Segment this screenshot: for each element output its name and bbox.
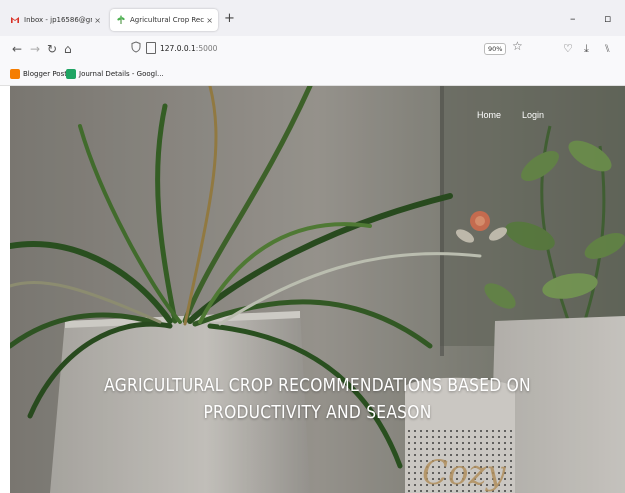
download-icon[interactable]: ⤓ — [584, 41, 589, 57]
blogger-icon — [10, 69, 20, 79]
minimize-button[interactable]: – — [570, 12, 576, 25]
hero-title: AGRICULTURAL CROP RECOMMENDATIONS BASED … — [53, 372, 582, 426]
sheets-icon — [66, 69, 76, 79]
hero-title-line-1: AGRICULTURAL CROP RECOMMENDATIONS BASED … — [104, 375, 531, 396]
tab-agricultural-crop[interactable]: Agricultural Crop Recommend × — [110, 9, 218, 31]
home-icon[interactable]: ⌂ — [64, 41, 72, 57]
plant-icon — [117, 15, 125, 24]
address-bar[interactable]: 127.0.0.1:5000 90% ☆ — [125, 39, 530, 60]
nav-home-link[interactable]: Home — [477, 110, 501, 120]
bookmark-blogger-posts[interactable]: Blogger Posts — [10, 69, 71, 79]
close-tab-icon[interactable]: × — [94, 16, 101, 25]
tab-title: Agricultural Crop Recommend — [130, 16, 205, 24]
navigation-toolbar: ← → ↻ ⌂ 127.0.0.1:5000 90% ☆ ♡ ⤓ ⑊ — [0, 36, 625, 64]
back-icon[interactable]: ← — [12, 41, 22, 57]
forward-icon[interactable]: → — [30, 41, 40, 57]
bookmark-label: Blogger Posts — [23, 70, 71, 78]
pocket-icon[interactable]: ♡ — [563, 41, 573, 57]
page-icon — [146, 42, 156, 54]
library-icon[interactable]: ⑊ — [604, 41, 611, 57]
gmail-icon — [11, 17, 19, 23]
nav-login-link[interactable]: Login — [522, 110, 544, 120]
hero-title-line-2: PRODUCTIVITY AND SEASON — [203, 402, 432, 423]
tab-inbox[interactable]: Inbox - jp16586@gmail.com - ( × — [4, 9, 106, 31]
bookmarks-bar: Blogger Posts Journal Details - Googl... — [0, 64, 625, 86]
url-host: 127.0.0.1 — [160, 44, 196, 53]
url-port: :5000 — [195, 44, 218, 53]
close-tab-icon[interactable]: × — [206, 16, 213, 25]
zoom-level[interactable]: 90% — [484, 43, 507, 55]
tab-title: Inbox - jp16586@gmail.com - ( — [24, 16, 92, 24]
bookmark-star-icon[interactable]: ☆ — [512, 39, 523, 53]
shield-icon — [131, 41, 141, 53]
bookmark-label: Journal Details - Googl... — [79, 70, 164, 78]
restore-button[interactable]: ▫ — [604, 12, 611, 25]
new-tab-button[interactable]: + — [224, 12, 235, 26]
tab-bar: Inbox - jp16586@gmail.com - ( × Agricult… — [0, 0, 625, 36]
bookmark-journal-details[interactable]: Journal Details - Googl... — [66, 69, 164, 79]
hero-background-image: Cozy — [10, 86, 625, 493]
reload-icon[interactable]: ↻ — [47, 41, 57, 57]
url-text[interactable]: 127.0.0.1:5000 — [160, 44, 217, 53]
hero-section: Cozy Home Login AGRICULTURAL CROP RECOMM… — [10, 86, 625, 493]
